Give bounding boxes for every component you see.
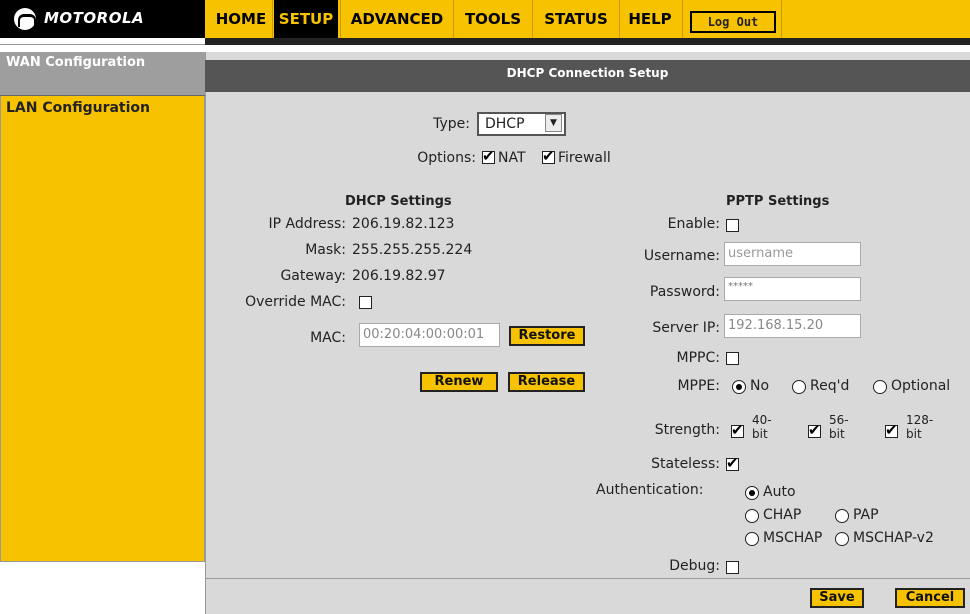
strength-128-checkbox[interactable] <box>885 421 898 439</box>
panel-title: DHCP Connection Setup <box>506 66 669 80</box>
username-label: Username: <box>643 248 720 264</box>
motorola-logo-icon <box>14 8 36 30</box>
nav-advanced[interactable]: ADVANCED <box>345 0 449 38</box>
auth-radio-auto[interactable] <box>745 486 759 500</box>
mask-label: Mask: <box>305 242 346 258</box>
nav-setup[interactable]: SETUP <box>274 0 338 38</box>
debug-checkbox[interactable] <box>726 561 739 574</box>
restore-button[interactable]: Restore <box>509 326 585 346</box>
mac-input[interactable]: 00:20:04:00:00:01 <box>359 323 500 347</box>
save-button[interactable]: Save <box>810 588 864 608</box>
pptp-enable-checkbox[interactable] <box>726 219 739 232</box>
auth-option-mschap-v2: MSCHAP-v2 <box>853 530 934 546</box>
strength-128-line2: bit <box>906 427 922 441</box>
username-input[interactable]: username <box>724 242 861 266</box>
auth-radio-mschap-v2[interactable] <box>835 532 849 546</box>
firewall-label: Firewall <box>558 150 611 166</box>
strength-56-line2: bit <box>829 427 845 441</box>
type-label: Type: <box>433 116 470 132</box>
gateway-label: Gateway: <box>280 268 346 284</box>
sidebar-item-lan[interactable]: LAN Configuration <box>6 100 150 116</box>
auth-option-mschap: MSCHAP <box>763 530 823 546</box>
override-mac-label: Override MAC: <box>245 294 346 310</box>
mppe-option-optional: Optional <box>891 378 951 394</box>
logout-button[interactable]: Log Out <box>690 11 776 33</box>
nav-divider <box>272 0 273 38</box>
password-input[interactable]: ***** <box>724 277 861 301</box>
ip-address-label: IP Address: <box>268 216 347 232</box>
header-spacer <box>0 38 205 45</box>
mppc-label: MPPC: <box>676 350 720 366</box>
stateless-label: Stateless: <box>651 456 720 472</box>
pptp-settings-heading: PPTP Settings <box>726 194 830 209</box>
server-ip-label: Server IP: <box>652 320 720 336</box>
auth-radio-chap[interactable] <box>745 509 759 523</box>
strength-56-line1: 56- <box>829 413 849 427</box>
nav-help[interactable]: HELP <box>622 0 678 38</box>
auth-option-pap: PAP <box>853 507 879 523</box>
nat-checkbox[interactable] <box>482 147 495 165</box>
mask-value: 255.255.255.224 <box>352 242 473 258</box>
auth-radio-pap[interactable] <box>835 509 849 523</box>
mac-label: MAC: <box>310 330 346 346</box>
mppe-radio-no[interactable] <box>732 380 746 394</box>
nat-label: NAT <box>498 150 526 166</box>
panel-footer-divider <box>205 578 970 579</box>
nav-status[interactable]: STATUS <box>537 0 615 38</box>
strength-40-checkbox[interactable] <box>731 421 744 439</box>
nav-tools[interactable]: TOOLS <box>456 0 530 38</box>
dhcp-settings-heading: DHCP Settings <box>345 194 452 209</box>
sidebar <box>0 52 205 562</box>
options-label: Options: <box>417 150 476 166</box>
renew-button[interactable]: Renew <box>420 372 498 392</box>
strength-label: Strength: <box>654 422 720 438</box>
override-mac-checkbox[interactable] <box>359 296 372 309</box>
nav-divider <box>532 0 533 38</box>
cancel-button[interactable]: Cancel <box>895 588 965 608</box>
sidebar-item-wan-label: WAN Configuration <box>6 55 146 70</box>
mppc-checkbox[interactable] <box>726 352 739 365</box>
auth-radio-mschap[interactable] <box>745 532 759 546</box>
brand-logo-text: MOTOROLA <box>44 9 145 27</box>
strength-40-line2: bit <box>752 427 768 441</box>
strength-56-checkbox[interactable] <box>808 421 821 439</box>
mppe-option-no: No <box>750 378 770 394</box>
stateless-checkbox[interactable] <box>726 454 739 472</box>
firewall-checkbox[interactable] <box>542 147 555 165</box>
gateway-value: 206.19.82.97 <box>352 268 446 284</box>
ip-address-value: 206.19.82.123 <box>352 216 455 232</box>
mppe-radio-reqd[interactable] <box>792 380 806 394</box>
debug-label: Debug: <box>669 558 720 574</box>
release-button[interactable]: Release <box>508 372 585 392</box>
chevron-down-icon[interactable]: ▼ <box>545 114 562 132</box>
mppe-option-reqd: Req'd <box>810 378 850 394</box>
pptp-enable-label: Enable: <box>667 216 720 232</box>
nav-divider <box>340 0 341 38</box>
auth-option-chap: CHAP <box>763 507 802 523</box>
nav-underline <box>205 38 970 45</box>
nav-divider <box>453 0 454 38</box>
auth-option-auto: Auto <box>763 484 796 500</box>
strength-128-line1: 128- <box>906 413 934 427</box>
nav-divider <box>781 0 782 38</box>
nav-home[interactable]: HOME <box>212 0 270 38</box>
mppe-label: MPPE: <box>677 378 720 394</box>
nav-divider <box>682 0 683 38</box>
mppe-radio-optional[interactable] <box>873 380 887 394</box>
nav-divider <box>619 0 620 38</box>
authentication-label: Authentication: <box>596 482 704 498</box>
strength-40-line1: 40- <box>752 413 772 427</box>
server-ip-input[interactable]: 192.168.15.20 <box>724 314 861 338</box>
password-label: Password: <box>649 284 720 300</box>
